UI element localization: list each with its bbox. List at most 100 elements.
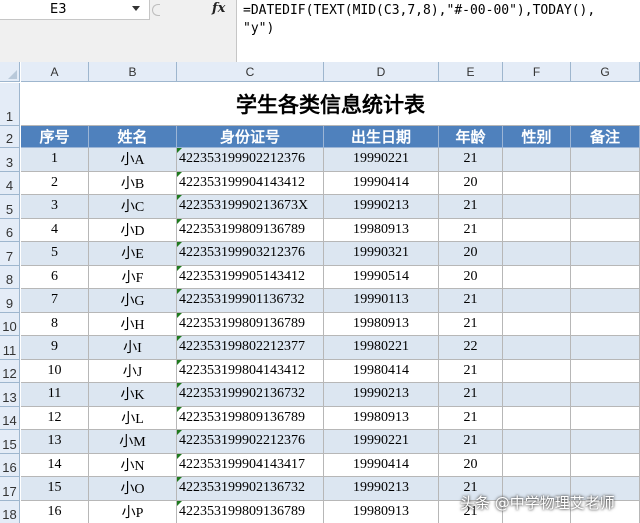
table-cell[interactable]: 19980913 bbox=[324, 312, 439, 336]
column-header-a[interactable]: A bbox=[21, 62, 89, 82]
table-cell[interactable]: 4 bbox=[21, 218, 89, 242]
table-cell[interactable]: 21 bbox=[439, 218, 503, 242]
table-cell[interactable]: 19980913 bbox=[324, 406, 439, 430]
row-header-6[interactable]: 6 bbox=[0, 218, 20, 242]
table-cell[interactable]: 20 bbox=[439, 171, 503, 195]
table-cell[interactable]: 小C bbox=[89, 195, 177, 219]
table-cell[interactable]: 19980913 bbox=[324, 218, 439, 242]
table-cell[interactable]: 422353199802212377 bbox=[177, 336, 324, 360]
table-cell[interactable]: 小L bbox=[89, 406, 177, 430]
table-cell[interactable]: 422353199804143412 bbox=[177, 359, 324, 383]
header-cell[interactable]: 身份证号 bbox=[177, 126, 324, 148]
row-header-17[interactable]: 17 bbox=[0, 477, 20, 501]
row-header-3[interactable]: 3 bbox=[0, 148, 20, 172]
column-header-g[interactable]: G bbox=[571, 62, 640, 82]
table-cell[interactable]: 422353199902136732 bbox=[177, 477, 324, 501]
table-cell[interactable]: 小P bbox=[89, 500, 177, 523]
header-cell[interactable]: 出生日期 bbox=[324, 126, 439, 148]
table-cell[interactable] bbox=[571, 242, 640, 266]
row-header-7[interactable]: 7 bbox=[0, 242, 20, 266]
table-cell[interactable]: 小J bbox=[89, 359, 177, 383]
table-cell[interactable]: 19990414 bbox=[324, 453, 439, 477]
table-cell[interactable]: 422353199809136789 bbox=[177, 312, 324, 336]
table-cell[interactable]: 3 bbox=[21, 195, 89, 219]
table-cell[interactable] bbox=[503, 148, 571, 172]
row-header-9[interactable]: 9 bbox=[0, 289, 20, 313]
header-cell[interactable]: 性别 bbox=[503, 126, 571, 148]
column-header-b[interactable]: B bbox=[89, 62, 177, 82]
table-cell[interactable] bbox=[571, 383, 640, 407]
row-header-16[interactable]: 16 bbox=[0, 453, 20, 477]
table-cell[interactable]: 19990321 bbox=[324, 242, 439, 266]
table-cell[interactable] bbox=[571, 453, 640, 477]
table-cell[interactable]: 2 bbox=[21, 171, 89, 195]
table-cell[interactable]: 19990221 bbox=[324, 430, 439, 454]
table-cell[interactable]: 19990221 bbox=[324, 148, 439, 172]
table-cell[interactable]: 9 bbox=[21, 336, 89, 360]
table-cell[interactable] bbox=[503, 289, 571, 313]
table-cell[interactable]: 21 bbox=[439, 430, 503, 454]
table-cell[interactable]: 20 bbox=[439, 453, 503, 477]
table-cell[interactable]: 7 bbox=[21, 289, 89, 313]
resize-handle-icon[interactable] bbox=[152, 4, 160, 16]
table-cell[interactable]: 19980414 bbox=[324, 359, 439, 383]
column-header-f[interactable]: F bbox=[503, 62, 571, 82]
table-cell[interactable] bbox=[503, 453, 571, 477]
row-header-5[interactable]: 5 bbox=[0, 195, 20, 219]
table-cell[interactable] bbox=[571, 406, 640, 430]
row-header-14[interactable]: 14 bbox=[0, 406, 20, 430]
table-cell[interactable]: 小F bbox=[89, 265, 177, 289]
header-cell[interactable]: 备注 bbox=[571, 126, 640, 148]
table-cell[interactable] bbox=[571, 148, 640, 172]
table-cell[interactable]: 19990113 bbox=[324, 289, 439, 313]
row-header-1[interactable]: 1 bbox=[0, 83, 20, 126]
formula-input[interactable]: =DATEDIF(TEXT(MID(C3,7,8),"#-00-00"),TOD… bbox=[236, 0, 640, 62]
table-cell[interactable] bbox=[503, 171, 571, 195]
table-cell[interactable] bbox=[503, 195, 571, 219]
table-cell[interactable]: 小H bbox=[89, 312, 177, 336]
select-all-button[interactable] bbox=[0, 62, 20, 82]
table-cell[interactable]: 小K bbox=[89, 383, 177, 407]
column-header-c[interactable]: C bbox=[177, 62, 324, 82]
table-cell[interactable]: 21 bbox=[439, 289, 503, 313]
insert-function-icon[interactable]: fx bbox=[212, 1, 225, 16]
table-cell[interactable]: 422353199809136789 bbox=[177, 218, 324, 242]
table-cell[interactable] bbox=[571, 171, 640, 195]
table-cell[interactable]: 422353199809136789 bbox=[177, 500, 324, 523]
table-cell[interactable]: 19980913 bbox=[324, 500, 439, 523]
table-cell[interactable] bbox=[571, 195, 640, 219]
row-header-2[interactable]: 2 bbox=[0, 126, 20, 148]
row-header-4[interactable]: 4 bbox=[0, 171, 20, 195]
table-cell[interactable]: 小O bbox=[89, 477, 177, 501]
table-cell[interactable] bbox=[571, 312, 640, 336]
table-cell[interactable]: 小E bbox=[89, 242, 177, 266]
header-cell[interactable]: 姓名 bbox=[89, 126, 177, 148]
table-cell[interactable]: 422353199904143412 bbox=[177, 171, 324, 195]
row-header-18[interactable]: 18 bbox=[0, 500, 20, 523]
table-cell[interactable]: 20 bbox=[439, 265, 503, 289]
table-cell[interactable]: 422353199809136789 bbox=[177, 406, 324, 430]
table-cell[interactable] bbox=[571, 289, 640, 313]
table-cell[interactable]: 6 bbox=[21, 265, 89, 289]
table-cell[interactable] bbox=[503, 359, 571, 383]
table-cell[interactable] bbox=[571, 336, 640, 360]
table-cell[interactable]: 42235319990213673X bbox=[177, 195, 324, 219]
header-cell[interactable]: 序号 bbox=[21, 126, 89, 148]
table-cell[interactable] bbox=[503, 242, 571, 266]
table-cell[interactable]: 19990414 bbox=[324, 171, 439, 195]
table-cell[interactable]: 21 bbox=[439, 195, 503, 219]
table-cell[interactable]: 16 bbox=[21, 500, 89, 523]
row-header-10[interactable]: 10 bbox=[0, 312, 20, 336]
chevron-down-icon[interactable] bbox=[132, 6, 140, 11]
table-cell[interactable]: 1 bbox=[21, 148, 89, 172]
header-cell[interactable]: 年龄 bbox=[439, 126, 503, 148]
table-cell[interactable]: 19990514 bbox=[324, 265, 439, 289]
table-cell[interactable]: 小N bbox=[89, 453, 177, 477]
row-header-11[interactable]: 11 bbox=[0, 336, 20, 360]
table-cell[interactable]: 21 bbox=[439, 148, 503, 172]
row-header-12[interactable]: 12 bbox=[0, 359, 20, 383]
table-cell[interactable]: 19990213 bbox=[324, 383, 439, 407]
table-cell[interactable] bbox=[503, 312, 571, 336]
table-cell[interactable]: 22 bbox=[439, 336, 503, 360]
table-cell[interactable] bbox=[503, 336, 571, 360]
